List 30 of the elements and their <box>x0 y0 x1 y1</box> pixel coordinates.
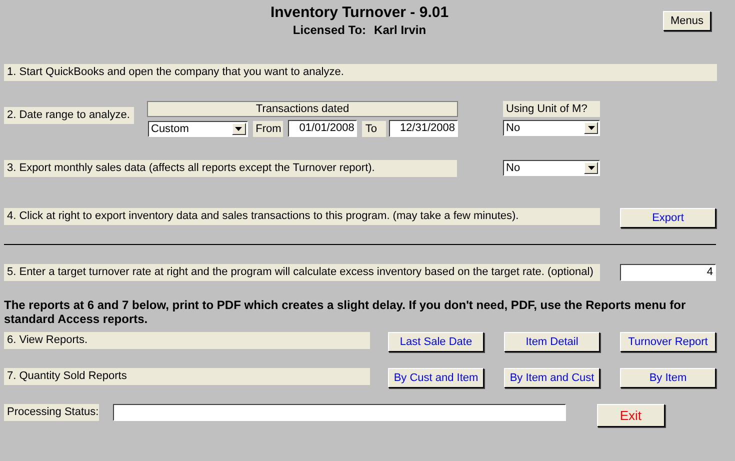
menus-button[interactable]: Menus <box>663 11 711 31</box>
note-text: The reports at 6 and 7 below, print to PDF which creates a slight delay. If you don't need, PDF, use the Reports menu for standard Access reports. <box>4 298 687 326</box>
unit-label: Using Unit of M? <box>503 101 600 117</box>
to-date-field[interactable]: 12/31/2008 <box>389 120 458 137</box>
export-button[interactable]: Export <box>620 208 716 228</box>
range-dropdown[interactable]: Custom <box>148 120 248 136</box>
from-date-field[interactable]: 01/01/2008 <box>288 120 358 137</box>
license-label: Licensed To: <box>292 23 366 37</box>
group-header: Transactions dated <box>147 101 458 117</box>
status-label: Processing Status: <box>4 404 99 421</box>
report-button[interactable]: By Item and Cust <box>504 368 600 388</box>
step-label: 1. Start QuickBooks and open the company that you want to analyze. <box>4 64 717 81</box>
to-label: To <box>362 120 386 136</box>
app-title: Inventory Turnover - 9.01 <box>269 4 450 21</box>
report-button[interactable]: Item Detail <box>504 332 600 352</box>
unit-dropdown[interactable]: No <box>503 120 600 136</box>
step-label: 3. Export monthly sales data (affects all reports except the Turnover report). <box>4 160 457 177</box>
report-button[interactable]: By Cust and Item <box>388 368 484 388</box>
export-monthly-dropdown[interactable]: No <box>503 160 600 176</box>
license-name: Karl Irvin <box>374 23 426 37</box>
step-label: 6. View Reports. <box>4 332 370 349</box>
report-button[interactable]: Last Sale Date <box>388 332 484 352</box>
report-button[interactable]: Turnover Report <box>620 332 716 352</box>
step-label: 5. Enter a target turnover rate at right and the program will calculate excess inventory based on the target rate. (optional) <box>4 264 600 281</box>
step-label: 7. Quantity Sold Reports <box>4 368 370 385</box>
turnover-rate-field[interactable]: 4 <box>620 264 716 281</box>
report-button[interactable]: By Item <box>620 368 716 388</box>
step-label: 4. Click at right to export inventory data and sales transactions to this program. (may take a few minutes). <box>4 208 600 225</box>
from-label: From <box>252 120 283 136</box>
step-label: 2. Date range to analyze. <box>4 107 134 124</box>
